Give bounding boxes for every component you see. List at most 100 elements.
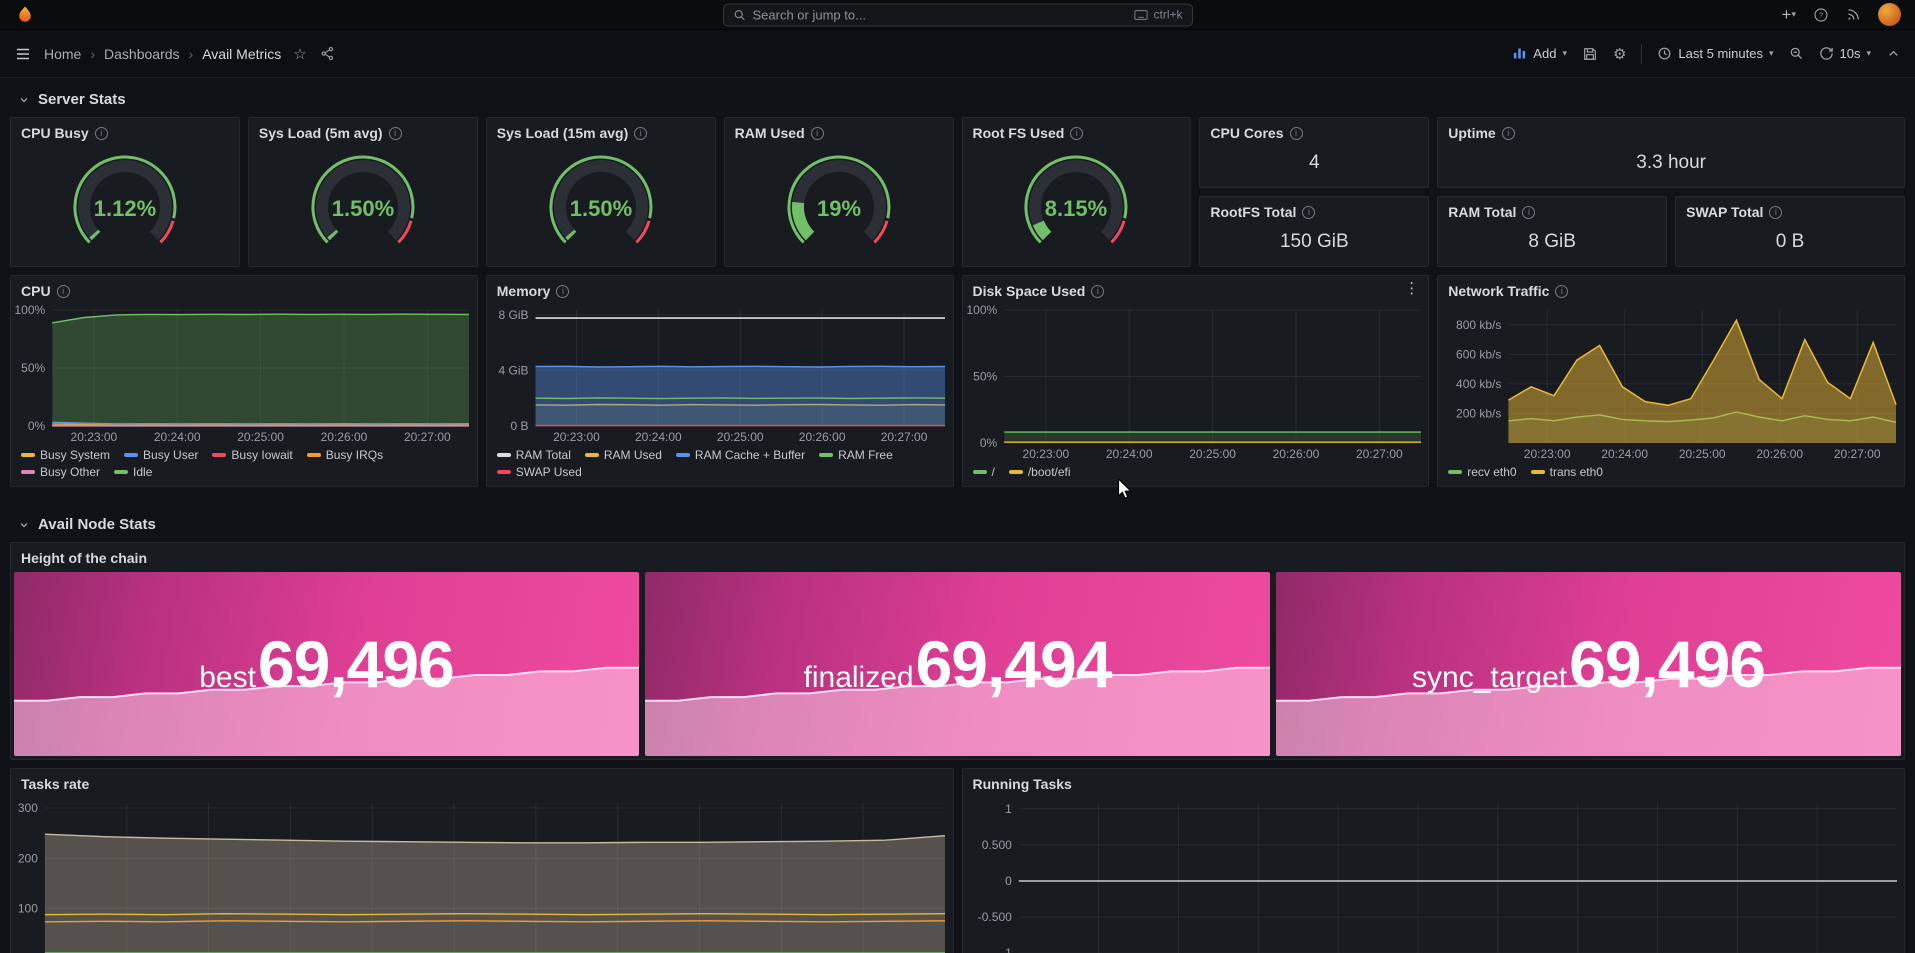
legend-item[interactable]: Busy User — [124, 448, 198, 462]
legend-item[interactable]: Busy Other — [21, 465, 100, 479]
legend: Busy System Busy User Busy Iowait Busy IRQs… — [11, 447, 477, 486]
info-icon[interactable]: i — [1290, 127, 1303, 140]
share-icon[interactable] — [320, 46, 335, 61]
panel-title[interactable]: Uptime — [1448, 125, 1495, 141]
legend-item[interactable]: Idle — [114, 465, 152, 479]
info-icon[interactable]: i — [57, 285, 70, 298]
hamburger-menu-icon[interactable] — [14, 45, 32, 63]
star-icon[interactable]: ☆ — [293, 45, 306, 63]
caret-down-icon: ▾ — [1866, 49, 1871, 58]
legend-swatch — [307, 453, 321, 457]
panel-head: Root FS Used i — [963, 118, 1191, 144]
info-icon[interactable]: i — [634, 127, 647, 140]
info-icon[interactable]: i — [1302, 206, 1315, 219]
panel-title[interactable]: SWAP Total — [1686, 204, 1763, 220]
add-button[interactable]: Add ▾ — [1512, 46, 1567, 61]
legend-item[interactable]: Busy IRQs — [307, 448, 383, 462]
chart-area: 0 B4 GiB8 GiB20:23:0020:24:0020:25:0020:… — [487, 302, 953, 447]
settings-gear-icon[interactable]: ⚙ — [1613, 45, 1626, 63]
new-button[interactable]: +▾ — [1782, 6, 1796, 23]
panel-title[interactable]: Tasks rate — [21, 776, 89, 792]
svg-text:50%: 50% — [973, 370, 997, 384]
panel-title[interactable]: RAM Used — [735, 125, 805, 141]
legend-item[interactable]: RAM Used — [585, 448, 662, 462]
network-plot: 200 kb/s400 kb/s600 kb/s800 kb/s20:23:00… — [1438, 302, 1904, 464]
breadcrumb-home[interactable]: Home — [44, 46, 81, 62]
help-icon[interactable]: ? — [1813, 7, 1829, 23]
legend-swatch — [124, 453, 138, 457]
panel-sys-load-5m: Sys Load (5m avg)i1.50% — [248, 117, 478, 267]
info-icon[interactable]: i — [1070, 127, 1083, 140]
svg-text:400 kb/s: 400 kb/s — [1456, 377, 1501, 391]
info-icon[interactable]: i — [1502, 127, 1515, 140]
legend-swatch — [497, 453, 511, 457]
legend-item[interactable]: trans eth0 — [1531, 465, 1603, 479]
svg-text:100: 100 — [18, 902, 38, 916]
legend-item[interactable]: SWAP Used — [497, 465, 582, 479]
zoom-out-icon[interactable] — [1789, 46, 1804, 61]
panel-ram-used: RAM Usedi19% — [724, 117, 954, 267]
legend-item[interactable]: Busy Iowait — [212, 448, 292, 462]
legend-swatch — [212, 453, 226, 457]
search-bar[interactable]: ctrl+k — [723, 3, 1193, 26]
panel-title[interactable]: Network Traffic — [1448, 283, 1549, 299]
info-icon[interactable]: i — [95, 127, 108, 140]
refresh-control[interactable]: 10s ▾ — [1819, 46, 1872, 61]
svg-text:20:26:00: 20:26:00 — [1272, 447, 1319, 461]
grafana-logo-icon[interactable] — [14, 4, 36, 26]
search-input[interactable] — [753, 7, 1128, 22]
panel-title[interactable]: CPU Cores — [1210, 125, 1283, 141]
section-server-stats[interactable]: Server Stats — [0, 78, 1915, 117]
panel-tasks: Tasks rate0100200300 — [10, 768, 954, 953]
svg-text:0%: 0% — [28, 419, 46, 433]
legend-item[interactable]: / — [973, 465, 995, 479]
chevron-up-icon[interactable] — [1886, 46, 1901, 61]
legend-label: Busy Other — [40, 465, 100, 479]
panel-title[interactable]: Sys Load (5m avg) — [259, 125, 383, 141]
svg-text:8 GiB: 8 GiB — [498, 308, 528, 322]
panel-head: CPU Cores i — [1200, 118, 1428, 144]
legend-item[interactable]: RAM Total — [497, 448, 571, 462]
panel-title[interactable]: CPU — [21, 283, 51, 299]
news-rss-icon[interactable] — [1846, 7, 1861, 22]
info-icon[interactable]: i — [1555, 285, 1568, 298]
panel-rootfs-total: RootFS Totali150 GiB — [1199, 196, 1429, 267]
panel-title[interactable]: Disk Space Used — [973, 283, 1086, 299]
info-icon[interactable]: i — [811, 127, 824, 140]
shortcut-hint: ctrl+k — [1134, 8, 1182, 22]
legend-item[interactable]: /boot/efi — [1009, 465, 1071, 479]
panel-title[interactable]: Sys Load (15m avg) — [497, 125, 629, 141]
info-icon[interactable]: i — [1091, 285, 1104, 298]
svg-text:20:24:00: 20:24:00 — [635, 430, 682, 444]
legend-item[interactable]: RAM Free — [819, 448, 893, 462]
info-icon[interactable]: i — [389, 127, 402, 140]
chevron-down-icon — [18, 94, 30, 106]
save-dashboard-icon[interactable] — [1582, 46, 1598, 62]
info-icon[interactable]: i — [556, 285, 569, 298]
breadcrumb-dashboards[interactable]: Dashboards — [104, 46, 180, 62]
panel-title[interactable]: Memory — [497, 283, 551, 299]
legend-item[interactable]: Busy System — [21, 448, 110, 462]
panel-menu-icon[interactable]: ⋮ — [1404, 281, 1419, 296]
panel-title[interactable]: Height of the chain — [21, 550, 147, 566]
panel-head: RootFS Total i — [1200, 197, 1428, 223]
legend-item[interactable]: recv eth0 — [1448, 465, 1516, 479]
panel-title[interactable]: CPU Busy — [21, 125, 89, 141]
svg-text:100%: 100% — [14, 303, 45, 317]
chart-area: 0%50%100%20:23:0020:24:0020:25:0020:26:0… — [11, 302, 477, 447]
stat-label: best — [199, 661, 256, 695]
panel-title[interactable]: RootFS Total — [1210, 204, 1296, 220]
section-avail-node-stats[interactable]: Avail Node Stats — [0, 495, 1915, 542]
panel-title[interactable]: RAM Total — [1448, 204, 1516, 220]
user-avatar[interactable] — [1878, 3, 1901, 26]
time-range-picker[interactable]: Last 5 minutes ▾ — [1657, 46, 1773, 61]
gauge-viz: 1.12% — [30, 149, 220, 261]
info-icon[interactable]: i — [1769, 206, 1782, 219]
svg-text:20:24:00: 20:24:00 — [1105, 447, 1152, 461]
panel-title[interactable]: Running Tasks — [973, 776, 1072, 792]
panel-title[interactable]: Root FS Used — [973, 125, 1065, 141]
info-icon[interactable]: i — [1522, 206, 1535, 219]
topnav-right-icons: +▾ ? — [1782, 3, 1901, 26]
svg-text:20:24:00: 20:24:00 — [154, 430, 201, 444]
legend-item[interactable]: RAM Cache + Buffer — [676, 448, 805, 462]
